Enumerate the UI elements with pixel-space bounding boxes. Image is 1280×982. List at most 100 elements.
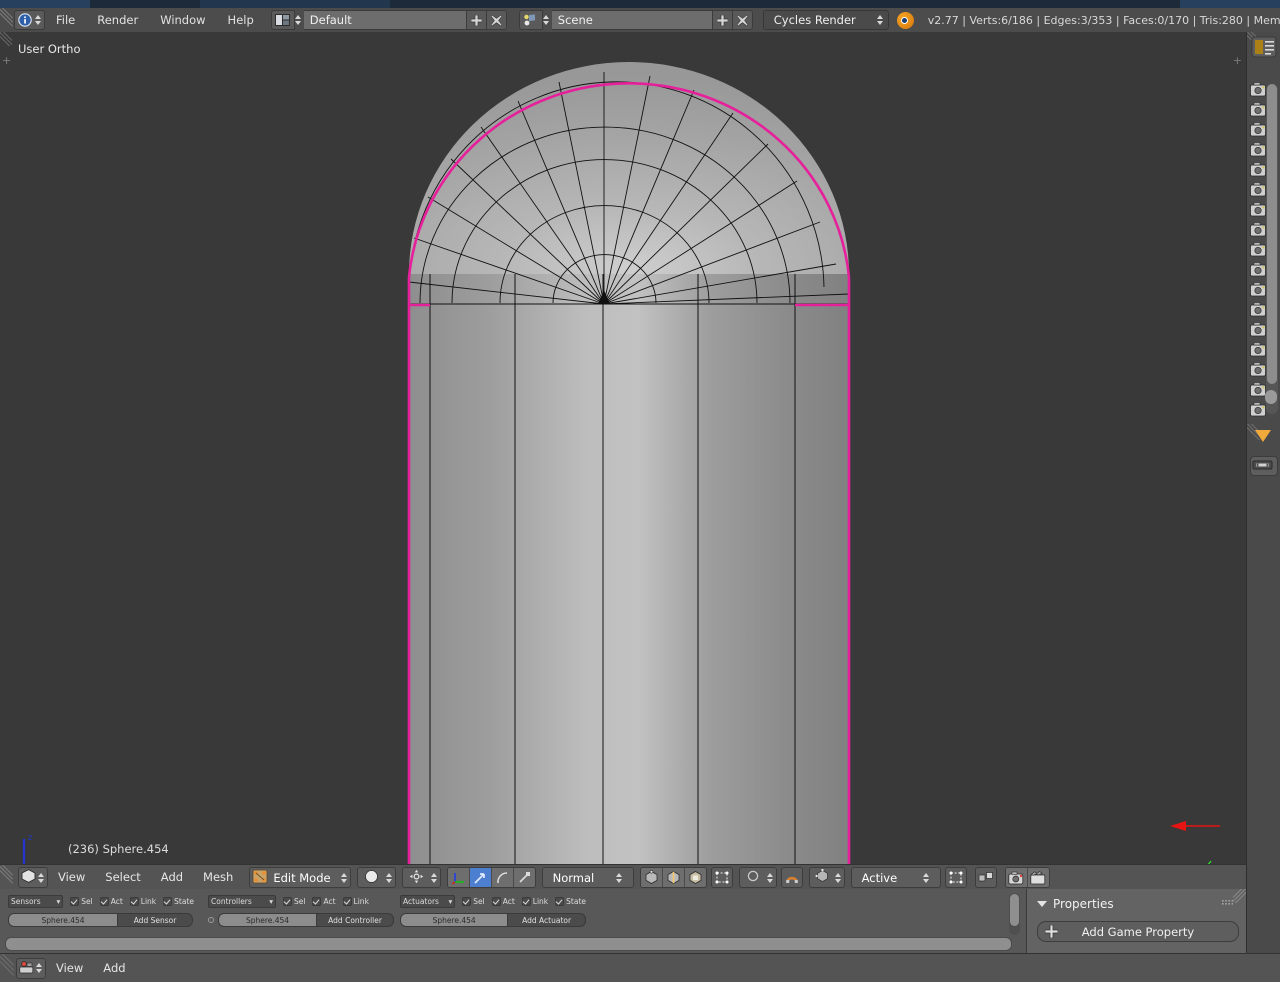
add-game-property-button[interactable]: Add Game Property xyxy=(1037,921,1239,942)
sensors-link-checkbox[interactable] xyxy=(129,897,139,906)
controllers-check-sel[interactable]: Sel xyxy=(283,897,305,906)
view3d-menu-add[interactable]: Add xyxy=(151,865,193,890)
properties-tab-item[interactable] xyxy=(1248,360,1268,380)
manipulator-icon[interactable] xyxy=(447,868,470,887)
controllers-type-selector[interactable]: Controllers ▾ xyxy=(208,895,276,908)
panel-drag-dots-icon[interactable] xyxy=(1222,900,1233,907)
shading-spinner[interactable] xyxy=(385,871,393,885)
translate-manipulator-icon[interactable] xyxy=(469,868,492,887)
view3d-menu-view[interactable]: View xyxy=(48,865,95,890)
scene-spinner[interactable] xyxy=(542,13,550,27)
screen-layout-icon[interactable] xyxy=(270,10,301,30)
properties-tab-item[interactable] xyxy=(1248,300,1268,320)
scale-manipulator-icon[interactable] xyxy=(513,868,535,887)
actuators-state-checkbox[interactable] xyxy=(555,897,565,906)
sensors-check-state[interactable]: State xyxy=(163,897,194,906)
sensors-sel-checkbox[interactable] xyxy=(70,897,80,906)
properties-tab-item[interactable] xyxy=(1248,200,1268,220)
render-image-icon[interactable] xyxy=(1005,868,1028,887)
sensors-type-selector[interactable]: Sensors ▾ xyxy=(8,895,64,908)
transform-orientation-selector[interactable]: Normal xyxy=(541,867,634,888)
logic-vertical-scrollbar[interactable] xyxy=(1009,893,1020,935)
properties-tab-item[interactable] xyxy=(1248,220,1268,240)
screen-layout-value[interactable]: Default xyxy=(303,10,467,30)
face-select-icon[interactable] xyxy=(684,868,706,887)
logic-menu-view[interactable]: View xyxy=(46,954,93,982)
render-animation-icon[interactable] xyxy=(1027,868,1049,887)
info-editor-type-button[interactable] xyxy=(14,10,45,30)
interaction-mode-selector[interactable]: Edit Mode xyxy=(249,867,351,888)
menu-render[interactable]: Render xyxy=(86,8,149,32)
snap-magnet-icon[interactable] xyxy=(780,867,803,888)
render-engine-selector[interactable]: Cycles Render xyxy=(762,10,889,30)
scene-selector[interactable]: Scene xyxy=(518,10,753,30)
menu-help[interactable]: Help xyxy=(217,8,265,32)
properties-tab-item[interactable] xyxy=(1248,160,1268,180)
transform-orientation-spinner[interactable] xyxy=(615,871,631,885)
properties-tab-item[interactable] xyxy=(1248,100,1268,120)
logic-menu-add[interactable]: Add xyxy=(93,954,135,982)
actuators-act-checkbox[interactable] xyxy=(491,897,501,906)
sensors-check-act[interactable]: Act xyxy=(99,897,123,906)
edge-select-icon[interactable] xyxy=(662,868,685,887)
actuators-check-act[interactable]: Act xyxy=(491,897,515,906)
actuators-check-state[interactable]: State xyxy=(555,897,586,906)
sensors-state-checkbox[interactable] xyxy=(163,897,173,906)
properties-tab-item[interactable] xyxy=(1248,320,1268,340)
x-mirror-icon[interactable] xyxy=(974,867,997,888)
game-properties-corner-grip[interactable] xyxy=(1233,889,1247,903)
proportional-edit-selector[interactable] xyxy=(738,867,777,888)
add-controller-button[interactable]: Add Controller xyxy=(317,913,394,927)
properties-scroll-thumb[interactable] xyxy=(1267,84,1277,384)
logic-horizontal-scrollbar[interactable] xyxy=(5,937,1012,951)
screen-layout-spinner[interactable] xyxy=(294,13,302,27)
view3d-editor-type-button[interactable] xyxy=(18,867,48,888)
snap-target-selector[interactable]: Active xyxy=(850,867,941,888)
pivot-spinner[interactable] xyxy=(430,871,438,885)
properties-tab-item[interactable] xyxy=(1248,400,1268,420)
actuators-sel-checkbox[interactable] xyxy=(462,897,472,906)
render-engine-spinner[interactable] xyxy=(876,13,884,27)
pivot-point-selector[interactable] xyxy=(401,867,441,888)
properties-panel-header[interactable]: Properties xyxy=(1027,889,1247,911)
view3d-menu-mesh[interactable]: Mesh xyxy=(193,865,243,890)
properties-editor-type-button[interactable] xyxy=(1249,34,1279,60)
logic-header-corner-grip[interactable] xyxy=(0,954,14,982)
logic-editor-type-button[interactable] xyxy=(16,957,46,979)
menu-file[interactable]: File xyxy=(45,8,86,32)
screen-layout-add-button[interactable] xyxy=(466,10,487,30)
logic-editor-spinner[interactable] xyxy=(35,961,43,975)
snap-element-selector[interactable] xyxy=(808,867,845,888)
logic-editor[interactable]: Sensors ▾ Sel Act Link State Sphere.454 … xyxy=(0,889,1026,954)
controllers-link-checkbox[interactable] xyxy=(342,897,352,906)
interaction-mode-spinner[interactable] xyxy=(340,871,348,885)
editor-type-spinner[interactable] xyxy=(34,13,42,27)
view3d-editor-spinner[interactable] xyxy=(37,871,45,885)
sensors-act-checkbox[interactable] xyxy=(99,897,109,906)
properties-tab-item[interactable] xyxy=(1248,340,1268,360)
menu-window[interactable]: Window xyxy=(149,8,216,32)
actuators-object-name[interactable]: Sphere.454 xyxy=(400,913,509,927)
properties-scroll-knob[interactable] xyxy=(1265,390,1277,404)
controllers-act-checkbox[interactable] xyxy=(312,897,322,906)
sensors-check-sel[interactable]: Sel xyxy=(70,897,93,906)
scene-value[interactable]: Scene xyxy=(551,10,713,30)
add-sensor-button[interactable]: Add Sensor xyxy=(118,913,193,927)
actuators-type-selector[interactable]: Actuators ▾ xyxy=(400,895,456,908)
actuators-link-checkbox[interactable] xyxy=(521,897,531,906)
proportional-edit-spinner[interactable] xyxy=(766,871,774,885)
scene-add-button[interactable] xyxy=(712,10,733,30)
screen-layout-delete-button[interactable] xyxy=(486,10,507,30)
view3d-corner-grip[interactable] xyxy=(0,865,14,890)
controllers-check-act[interactable]: Act xyxy=(312,897,336,906)
rotate-manipulator-icon[interactable] xyxy=(491,868,514,887)
scene-delete-button[interactable] xyxy=(732,10,753,30)
panel-collapse-triangle-icon[interactable] xyxy=(1037,901,1047,907)
properties-tab-item[interactable] xyxy=(1248,280,1268,300)
properties-tab-item[interactable] xyxy=(1248,80,1268,100)
controller-link-socket-icon[interactable] xyxy=(208,917,214,923)
vertex-select-icon[interactable] xyxy=(640,868,663,887)
sensors-object-name[interactable]: Sphere.454 xyxy=(8,913,118,927)
controllers-check-link[interactable]: Link xyxy=(342,897,369,906)
viewport-3d[interactable]: + + User Ortho z (236) Sphere.454 xyxy=(0,32,1246,864)
